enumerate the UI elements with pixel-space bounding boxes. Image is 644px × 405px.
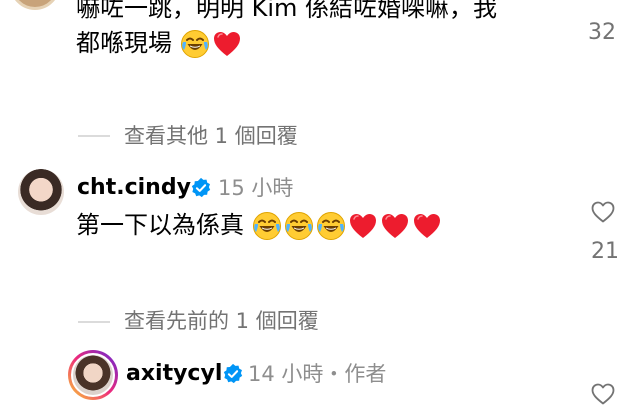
laugh-cry-emoji: [316, 211, 346, 241]
avatar-axity-story-ring[interactable]: [68, 350, 118, 400]
username-cindy[interactable]: cht.cindy: [77, 174, 191, 202]
comment-cindy-time: 15 小時: [218, 176, 294, 200]
red-heart-emoji: [348, 211, 378, 241]
verified-badge-icon: [190, 177, 212, 199]
like-heart-icon[interactable]: [591, 201, 615, 223]
comment-top-line1: 嚇咗一跳，明明 Kim 係結咗婚㗎嘛，我: [76, 0, 498, 22]
reply-divider-line: [78, 321, 110, 323]
laugh-cry-emoji: [252, 211, 282, 241]
laugh-cry-emoji: [284, 211, 314, 241]
red-heart-emoji: [412, 211, 442, 241]
comment-top-like-count: 32: [588, 20, 616, 45]
comment-top-emojis: [180, 29, 242, 59]
reply-divider-line: [78, 135, 110, 137]
like-heart-icon[interactable]: [591, 383, 615, 405]
comment-cindy-emojis: [252, 211, 442, 241]
laugh-cry-emoji: [180, 29, 210, 59]
view-other-replies-button[interactable]: 查看其他 1 個回覆: [124, 122, 298, 150]
comment-cindy-text: 第一下以為係真: [76, 211, 244, 239]
comment-axity-time: 14 小時・作者: [248, 362, 387, 386]
verified-badge-icon: [222, 363, 244, 385]
avatar-cindy[interactable]: [18, 169, 64, 215]
avatar-axity: [71, 353, 115, 397]
comment-top-line2: 都喺現場: [76, 27, 242, 59]
view-previous-replies-button[interactable]: 查看先前的 1 個回覆: [124, 307, 319, 335]
comment-cindy-body: 第一下以為係真: [76, 209, 442, 241]
red-heart-emoji: [380, 211, 410, 241]
comment-top-line2-text: 都喺現場: [76, 29, 172, 57]
comment-cindy-like-count: 21: [591, 239, 619, 264]
avatar-top-partial[interactable]: [10, 0, 60, 10]
username-axity[interactable]: axitycyl: [126, 360, 222, 388]
red-heart-emoji: [212, 29, 242, 59]
